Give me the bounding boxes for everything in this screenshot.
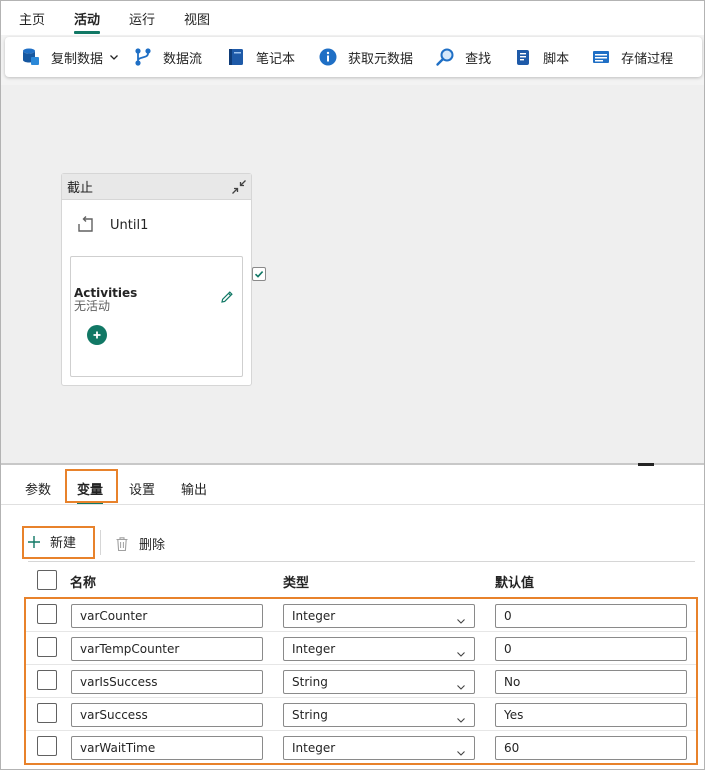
top-menu: 主页 活动 运行 视图 (1, 1, 704, 35)
tab-parameters[interactable]: 参数 (25, 479, 51, 498)
lookup-button[interactable]: 查找 (435, 37, 491, 77)
row-checkbox[interactable] (37, 604, 57, 624)
table-row: varSuccess String Yes (26, 698, 696, 731)
variable-type-select[interactable]: String (283, 703, 475, 727)
script-icon (513, 47, 533, 67)
script-button[interactable]: 脚本 (513, 37, 569, 77)
variable-type-value: Integer (292, 741, 336, 755)
collapse-icon[interactable] (231, 179, 247, 195)
tab-parameters-label: 参数 (25, 483, 52, 498)
until-activity-name: Until1 (110, 217, 149, 233)
row-checkbox[interactable] (37, 736, 57, 756)
pipeline-editor: 主页 活动 运行 视图 复制数据 数据流 笔记本 获取元数据 查找 脚本 存储过… (0, 0, 705, 770)
variable-type-value: String (292, 675, 328, 689)
chevron-down-icon (456, 743, 466, 756)
activities-ribbon: 复制数据 数据流 笔记本 获取元数据 查找 脚本 存储过程 (5, 37, 702, 77)
variables-tab-highlight (65, 469, 118, 503)
copy-data-button[interactable]: 复制数据 (21, 37, 119, 77)
variable-type-select[interactable]: String (283, 670, 475, 694)
tab-output[interactable]: 输出 (181, 479, 207, 498)
toolbar-separator (100, 530, 101, 555)
menu-activities[interactable]: 活动 (74, 1, 101, 35)
table-row: varIsSuccess String No (26, 665, 696, 698)
menu-run[interactable]: 运行 (129, 1, 155, 35)
activities-empty-text: 无活动 (74, 299, 111, 313)
chevron-down-icon (456, 677, 466, 690)
dataflow-label: 数据流 (163, 51, 203, 67)
chevron-down-icon (456, 710, 466, 723)
row-checkbox[interactable] (37, 670, 57, 690)
new-button-highlight (22, 526, 95, 559)
script-label: 脚本 (543, 51, 570, 67)
variables-table-header: 名称 类型 默认值 (28, 561, 695, 594)
edit-pencil-icon[interactable] (220, 290, 234, 304)
until-name-row: Until1 (76, 214, 148, 236)
tab-settings[interactable]: 设置 (129, 479, 155, 498)
panel-divider[interactable] (1, 463, 704, 465)
stored-procedure-button[interactable]: 存储过程 (591, 37, 673, 77)
lookup-label: 查找 (465, 51, 492, 67)
variable-name-input[interactable]: varCounter (71, 604, 263, 628)
delete-variable-button[interactable]: 删除 (115, 534, 165, 553)
row-checkbox[interactable] (37, 637, 57, 657)
tab-output-label: 输出 (181, 483, 208, 498)
column-header-type: 类型 (283, 576, 310, 591)
notebook-icon (226, 47, 246, 67)
variable-name-input[interactable]: varSuccess (71, 703, 263, 727)
variable-type-value: Integer (292, 609, 336, 623)
add-activity-icon[interactable] (87, 325, 107, 345)
table-row: varWaitTime Integer 60 (26, 731, 696, 764)
dataflow-button[interactable]: 数据流 (133, 37, 202, 77)
column-header-name: 名称 (70, 576, 97, 591)
search-icon (435, 47, 455, 67)
chevron-down-icon[interactable] (109, 52, 119, 62)
variable-type-value: Integer (292, 642, 336, 656)
dataflow-icon (133, 47, 153, 67)
info-icon (318, 47, 338, 67)
variable-type-select[interactable]: Integer (283, 736, 475, 760)
activities-title: Activities (74, 286, 138, 300)
notebook-label: 笔记本 (256, 51, 296, 67)
variable-default-input[interactable]: 0 (495, 604, 687, 628)
chevron-down-icon (456, 611, 466, 624)
row-checkbox[interactable] (37, 703, 57, 723)
delete-variable-label: 删除 (139, 538, 166, 553)
pipeline-canvas[interactable]: 截止 Until1 Activities 无活动 (1, 85, 704, 463)
until-type-label: 截止 (67, 181, 94, 196)
database-icon (21, 47, 41, 67)
resize-grip-handle[interactable] (638, 463, 654, 466)
until-activity-card[interactable]: 截止 Until1 Activities 无活动 (61, 173, 252, 386)
variable-type-value: String (292, 708, 328, 722)
get-metadata-button[interactable]: 获取元数据 (318, 37, 413, 77)
variable-name-input[interactable]: varTempCounter (71, 637, 263, 661)
activities-container: Activities 无活动 (70, 256, 243, 377)
menu-view[interactable]: 视图 (184, 1, 210, 35)
table-row: varTempCounter Integer 0 (26, 632, 696, 665)
trash-icon (115, 536, 129, 552)
until-card-header: 截止 (62, 174, 251, 200)
variable-default-input[interactable]: Yes (495, 703, 687, 727)
tab-settings-label: 设置 (129, 483, 156, 498)
table-row: varCounter Integer 0 (26, 599, 696, 632)
variable-type-select[interactable]: Integer (283, 637, 475, 661)
select-all-checkbox[interactable] (37, 570, 57, 590)
loop-icon (76, 214, 98, 236)
variable-name-input[interactable]: varWaitTime (71, 736, 263, 760)
variable-default-input[interactable]: 60 (495, 736, 687, 760)
variable-default-input[interactable]: 0 (495, 637, 687, 661)
chevron-down-icon (456, 644, 466, 657)
success-output-checkbox-icon[interactable] (252, 267, 266, 281)
column-header-default: 默认值 (495, 576, 535, 591)
stored-procedure-label: 存储过程 (621, 51, 674, 67)
copy-data-label: 复制数据 (51, 51, 104, 67)
stored-procedure-icon (591, 47, 611, 67)
get-metadata-label: 获取元数据 (348, 51, 414, 67)
variable-default-input[interactable]: No (495, 670, 687, 694)
variable-name-input[interactable]: varIsSuccess (71, 670, 263, 694)
notebook-button[interactable]: 笔记本 (226, 37, 295, 77)
menu-home[interactable]: 主页 (19, 1, 45, 35)
variable-type-select[interactable]: Integer (283, 604, 475, 628)
